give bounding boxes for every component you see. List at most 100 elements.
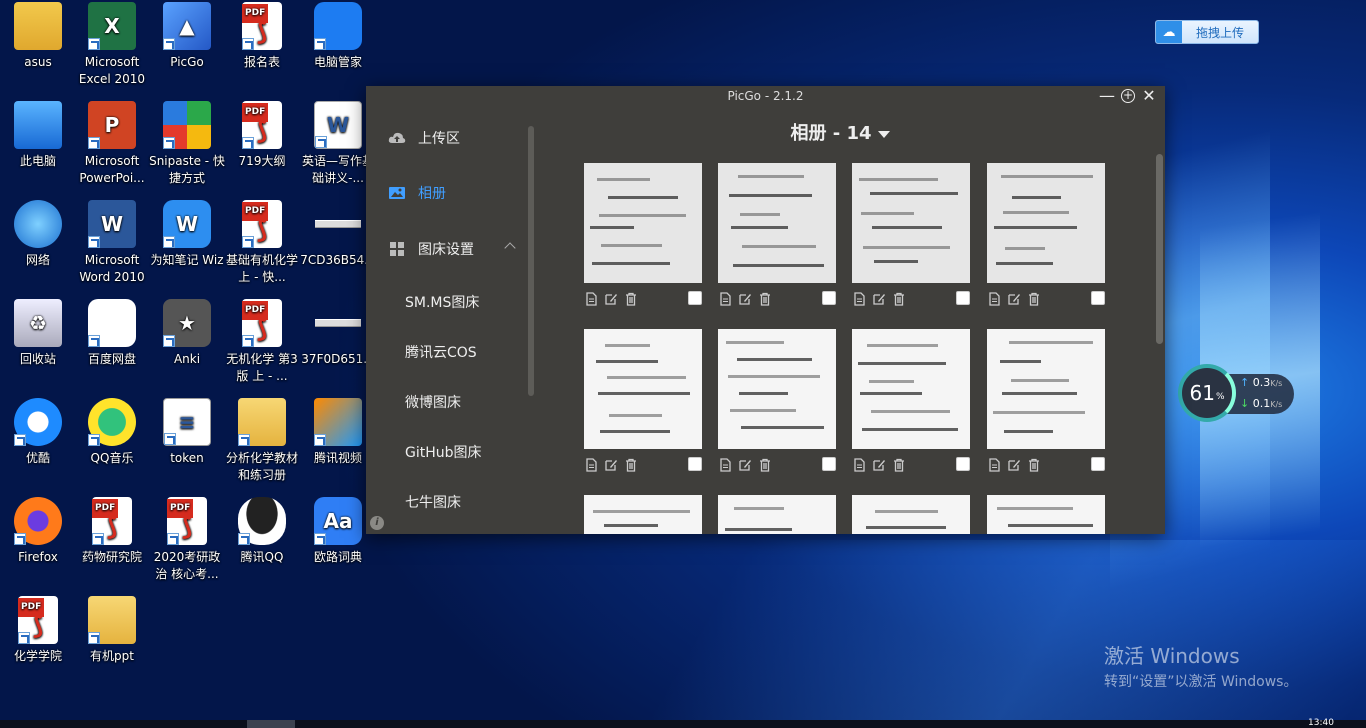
select-checkbox[interactable] — [1091, 457, 1105, 471]
taskbar-active-app[interactable] — [247, 720, 295, 728]
desktop-icon[interactable]: W 英语—写作基础讲义-... — [300, 101, 376, 187]
sidebar-item-github[interactable]: GitHub图床 — [405, 442, 482, 462]
edit-icon[interactable] — [738, 291, 752, 305]
desktop-icon[interactable]: PDF ⟆ 基础有机化学 上 - 快... — [224, 200, 300, 286]
desktop-icon[interactable]: PDF ⟆ 药物研究院 — [74, 497, 150, 566]
shortcut-arrow-icon — [163, 335, 175, 347]
album-title-dropdown[interactable]: 相册 - 14 — [571, 119, 1109, 145]
delete-icon[interactable] — [758, 457, 772, 472]
desktop-icon[interactable]: PDF ⟆ 无机化学 第3版 上 - ... — [224, 299, 300, 385]
delete-icon[interactable] — [1027, 291, 1041, 306]
sidebar-item-pic-settings[interactable]: 图床设置 — [388, 239, 474, 259]
edit-icon[interactable] — [604, 457, 618, 471]
image-thumbnail[interactable] — [987, 163, 1105, 283]
select-checkbox[interactable] — [822, 291, 836, 305]
edit-icon[interactable] — [1007, 291, 1021, 305]
desktop-icon[interactable]: ▲ PicGo — [149, 2, 225, 71]
album-scrollbar[interactable] — [1156, 154, 1163, 344]
sidebar-scrollbar[interactable] — [528, 126, 534, 396]
desktop-icon[interactable]: 分析化学教材和练习册 — [224, 398, 300, 484]
copy-link-icon[interactable] — [584, 457, 598, 472]
desktop-icon[interactable]: 有机ppt — [74, 596, 150, 665]
sidebar-item-album[interactable]: 相册 — [388, 183, 446, 203]
copy-link-icon[interactable] — [852, 457, 866, 472]
select-checkbox[interactable] — [1091, 291, 1105, 305]
sidebar-item-upload[interactable]: 上传区 — [388, 128, 460, 148]
copy-link-icon[interactable] — [718, 291, 732, 306]
delete-icon[interactable] — [892, 457, 906, 472]
select-checkbox[interactable] — [688, 291, 702, 305]
image-thumbnail[interactable] — [852, 163, 970, 283]
desktop-icon[interactable]: 37F0D651... — [300, 299, 376, 368]
image-thumbnail[interactable] — [718, 495, 836, 534]
window-titlebar[interactable]: PicGo - 2.1.2 — + ✕ — [366, 86, 1165, 106]
edit-icon[interactable] — [738, 457, 752, 471]
pin-icon[interactable]: + — [1121, 89, 1135, 103]
image-thumbnail[interactable] — [718, 163, 836, 283]
taskbar-clock[interactable]: 13:40 — [1308, 718, 1334, 728]
edit-icon[interactable] — [872, 457, 886, 471]
upload-speed: ↑ 0.3K/s — [1240, 376, 1282, 389]
delete-icon[interactable] — [624, 457, 638, 472]
info-icon[interactable]: i — [370, 516, 384, 530]
desktop-icon[interactable]: 腾讯QQ — [224, 497, 300, 566]
desktop-icon[interactable]: P Microsoft PowerPoi... — [74, 101, 150, 187]
image-thumbnail[interactable] — [987, 329, 1105, 449]
desktop-icon[interactable]: 百度网盘 — [74, 299, 150, 368]
delete-icon[interactable] — [892, 291, 906, 306]
select-checkbox[interactable] — [956, 457, 970, 471]
sidebar-item-tencent-cos[interactable]: 腾讯云COS — [405, 342, 477, 362]
desktop-icon[interactable]: X Microsoft Excel 2010 — [74, 2, 150, 88]
sidebar-item-weibo[interactable]: 微博图床 — [405, 392, 461, 412]
desktop-icon[interactable]: Firefox — [0, 497, 76, 566]
desktop-icon[interactable]: QQ音乐 — [74, 398, 150, 467]
network-speed-widget[interactable]: 61% ↑ 0.3K/s ↓ 0.1K/s — [1178, 364, 1296, 424]
image-thumbnail[interactable] — [584, 329, 702, 449]
sidebar-item-qiniu[interactable]: 七牛图床 — [405, 492, 461, 512]
edit-icon[interactable] — [1007, 457, 1021, 471]
desktop-icon[interactable]: W 为知笔记 Wiz — [149, 200, 225, 269]
desktop-icon[interactable]: PDF ⟆ 2020考研政治 核心考... — [149, 497, 225, 583]
desktop-icon[interactable]: 网络 — [0, 200, 76, 269]
desktop-icon[interactable]: ≡ token — [149, 398, 225, 467]
desktop-icon[interactable]: 此电脑 — [0, 101, 76, 170]
drag-upload-button[interactable]: ☁ 拖拽上传 — [1155, 20, 1259, 44]
image-thumbnail[interactable] — [584, 495, 702, 534]
desktop-icon[interactable]: 7CD36B54... — [300, 200, 376, 269]
shortcut-arrow-icon — [92, 533, 104, 545]
delete-icon[interactable] — [758, 291, 772, 306]
copy-link-icon[interactable] — [987, 291, 1001, 306]
image-thumbnail[interactable] — [584, 163, 702, 283]
desktop-icon[interactable]: 腾讯视频 — [300, 398, 376, 467]
desktop-icon[interactable]: W Microsoft Word 2010 — [74, 200, 150, 286]
sidebar-item-smms[interactable]: SM.MS图床 — [405, 292, 479, 312]
select-checkbox[interactable] — [956, 291, 970, 305]
desktop-icon[interactable]: 电脑管家 — [300, 2, 376, 71]
minimize-icon[interactable]: — — [1099, 86, 1115, 106]
chevron-up-icon[interactable] — [504, 242, 516, 254]
image-thumbnail[interactable] — [987, 495, 1105, 534]
desktop-icon[interactable]: 优酷 — [0, 398, 76, 467]
desktop-icon[interactable]: Snipaste - 快捷方式 — [149, 101, 225, 187]
select-checkbox[interactable] — [822, 457, 836, 471]
copy-link-icon[interactable] — [718, 457, 732, 472]
desktop-icon[interactable]: Aa 欧路词典 — [300, 497, 376, 566]
copy-link-icon[interactable] — [987, 457, 1001, 472]
select-checkbox[interactable] — [688, 457, 702, 471]
desktop-icon[interactable]: PDF ⟆ 719大纲 — [224, 101, 300, 170]
desktop-icon[interactable]: ★ Anki — [149, 299, 225, 368]
image-thumbnail[interactable] — [852, 495, 970, 534]
desktop-icon[interactable]: PDF ⟆ 报名表 — [224, 2, 300, 71]
desktop-icon[interactable]: asus — [0, 2, 76, 71]
image-thumbnail[interactable] — [852, 329, 970, 449]
edit-icon[interactable] — [872, 291, 886, 305]
desktop-icon[interactable]: PDF ⟆ 化学学院 — [0, 596, 76, 665]
close-icon[interactable]: ✕ — [1141, 86, 1157, 106]
image-thumbnail[interactable] — [718, 329, 836, 449]
delete-icon[interactable] — [1027, 457, 1041, 472]
edit-icon[interactable] — [604, 291, 618, 305]
delete-icon[interactable] — [624, 291, 638, 306]
desktop-icon[interactable]: ♻ 回收站 — [0, 299, 76, 368]
copy-link-icon[interactable] — [584, 291, 598, 306]
copy-link-icon[interactable] — [852, 291, 866, 306]
